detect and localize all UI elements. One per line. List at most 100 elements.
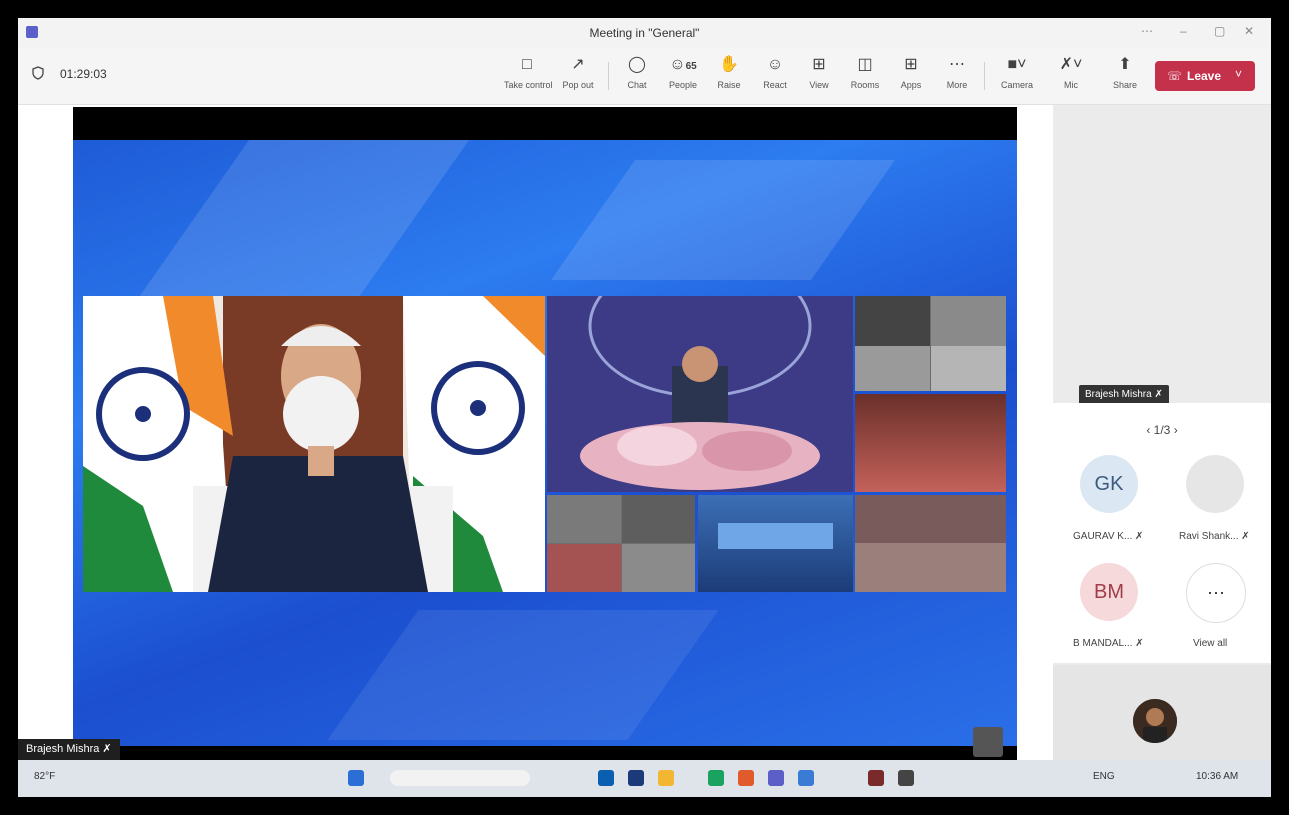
raise-hand-icon: ✋ — [719, 56, 739, 73]
participant-avatar[interactable]: GK — [1080, 455, 1138, 513]
language-indicator[interactable]: ENG — [1093, 771, 1115, 782]
take-control-button[interactable]: □ Take control — [504, 54, 553, 90]
chevron-left-icon[interactable]: ‹ — [1146, 423, 1150, 437]
center-stage-tile — [547, 296, 853, 492]
participant-avatar[interactable]: BM — [1080, 563, 1138, 621]
react-label: React — [763, 80, 787, 90]
teams-taskbar-icon[interactable] — [768, 770, 784, 786]
pop-out-button[interactable]: ↗ Pop out — [555, 54, 601, 90]
taskbar-app-icon[interactable] — [868, 770, 884, 786]
raise-hand-button[interactable]: ✋ Raise — [706, 54, 752, 90]
title-bar: Meeting in "General" ⋯ – ▢ ✕ — [18, 18, 1271, 48]
minimize-icon[interactable]: – — [1180, 24, 1187, 38]
video-tile-section — [855, 543, 1006, 592]
chevron-down-icon[interactable]: ˅ — [1235, 67, 1242, 81]
meeting-toolbar: 01:29:03 □ Take control ↗ Pop out ◯ Chat… — [18, 48, 1271, 105]
shared-video-feed — [73, 107, 1017, 783]
maximize-icon[interactable]: ▢ — [1214, 24, 1225, 38]
taskbar-app-icon[interactable] — [798, 770, 814, 786]
participant-gallery: ‹ 1/3 › GK GAURAV K... ✗ Ravi Shank... ✗… — [1053, 403, 1271, 663]
mic-muted-icon: ✗˅ — [1059, 56, 1083, 73]
video-tile-section — [622, 495, 695, 543]
window-title: Meeting in "General" — [589, 26, 700, 40]
chat-button[interactable]: ◯ Chat — [614, 54, 660, 90]
leave-label: Leave — [1187, 69, 1222, 83]
view-button[interactable]: ⊞ View — [796, 54, 842, 90]
clock-time[interactable]: 10:36 AM — [1196, 771, 1238, 782]
center-stage-image — [547, 296, 853, 492]
speaker-video-tile — [83, 296, 545, 592]
toolbar-divider — [984, 62, 985, 90]
taskbar-app-icon[interactable] — [898, 770, 914, 786]
teams-window: Meeting in "General" ⋯ – ▢ ✕ 01:29:03 □ … — [18, 18, 1271, 797]
mic-muted-icon: ✗ — [102, 743, 112, 755]
camera-button[interactable]: ■˅ Camera — [994, 54, 1040, 90]
light-streak — [550, 160, 896, 280]
camera-label: Camera — [1000, 80, 1033, 90]
people-count-badge: 65 — [685, 61, 697, 72]
view-label: View — [809, 80, 829, 90]
taskbar-app-icon[interactable] — [708, 770, 724, 786]
mic-button[interactable]: ✗˅ Mic — [1048, 54, 1094, 90]
meeting-stage: Brajesh Mishra ✗ — [18, 105, 1053, 783]
taskbar-search-box[interactable] — [390, 770, 530, 786]
windows-start-icon[interactable] — [348, 770, 364, 786]
taskbar-app-icon[interactable] — [598, 770, 614, 786]
video-tile-section — [931, 296, 1006, 346]
apps-button[interactable]: ⊞ Apps — [888, 54, 934, 90]
people-button[interactable]: ☺65 People — [660, 54, 706, 90]
taskbar-app-icon[interactable] — [738, 770, 754, 786]
light-streak — [136, 140, 470, 300]
toolbar-divider — [608, 62, 609, 90]
phone-icon: ☏ — [1167, 69, 1183, 83]
share-button[interactable]: ⬆ Share — [1102, 54, 1148, 90]
camera-off-icon: ■˅ — [1007, 56, 1027, 73]
leave-button[interactable]: ☏ Leave ˅ — [1155, 61, 1255, 91]
view-all-label: View all — [1193, 638, 1228, 649]
video-tile-section — [622, 544, 695, 592]
video-tile — [855, 394, 1006, 492]
people-icon: ☺65 — [669, 56, 697, 73]
more-button[interactable]: ⋯ More — [934, 54, 980, 90]
participant-name: GAURAV K... ✗ — [1073, 531, 1144, 542]
pager-text: 1/3 — [1153, 423, 1171, 437]
close-icon[interactable]: ✕ — [1244, 24, 1254, 38]
taskbar-app-icon[interactable] — [658, 770, 674, 786]
participants-pane: Brajesh Mishra ✗ ‹ 1/3 › GK GAURAV K... … — [1053, 105, 1271, 797]
hover-name: Brajesh Mishra — [1085, 389, 1152, 400]
video-tile — [855, 296, 1006, 391]
chevron-right-icon[interactable]: › — [1174, 423, 1178, 437]
video-tile-section — [718, 523, 833, 549]
video-tile-section — [547, 544, 621, 592]
add-app-icon: ⊞ — [904, 56, 918, 73]
speaker-video-image — [83, 296, 545, 592]
participant-name: B MANDAL... ✗ — [1073, 638, 1144, 649]
pop-out-label: Pop out — [562, 80, 594, 90]
rooms-icon: ◫ — [857, 56, 873, 73]
participant-avatar[interactable] — [1186, 455, 1244, 513]
view-all-button[interactable]: ⋯ — [1186, 563, 1246, 623]
video-tile — [855, 495, 1006, 592]
take-control-label: Take control — [504, 80, 553, 90]
window-more-icon[interactable]: ⋯ — [1141, 24, 1153, 38]
light-streak — [327, 610, 719, 740]
weather-widget[interactable]: 82°F — [34, 771, 55, 782]
react-button[interactable]: ☺ React — [752, 54, 798, 90]
rooms-label: Rooms — [850, 80, 880, 90]
windows-taskbar: 82°F ENG 10:36 AM — [18, 760, 1271, 797]
video-tile-section — [547, 495, 621, 543]
grid-icon: ⊞ — [812, 56, 826, 73]
people-label: People — [668, 80, 698, 90]
self-avatar — [1133, 699, 1177, 743]
mic-muted-icon: ✗ — [1154, 389, 1163, 400]
taskbar-app-icon[interactable] — [628, 770, 644, 786]
chat-label: Chat — [627, 80, 647, 90]
gallery-pager: ‹ 1/3 › — [1053, 423, 1271, 437]
smiley-icon: ☺ — [766, 56, 784, 73]
video-tile — [698, 495, 853, 592]
more-icon: ⋯ — [949, 56, 965, 73]
chat-icon: ◯ — [628, 56, 646, 73]
rooms-button[interactable]: ◫ Rooms — [842, 54, 888, 90]
shield-icon — [32, 66, 44, 80]
video-tile — [547, 495, 695, 592]
